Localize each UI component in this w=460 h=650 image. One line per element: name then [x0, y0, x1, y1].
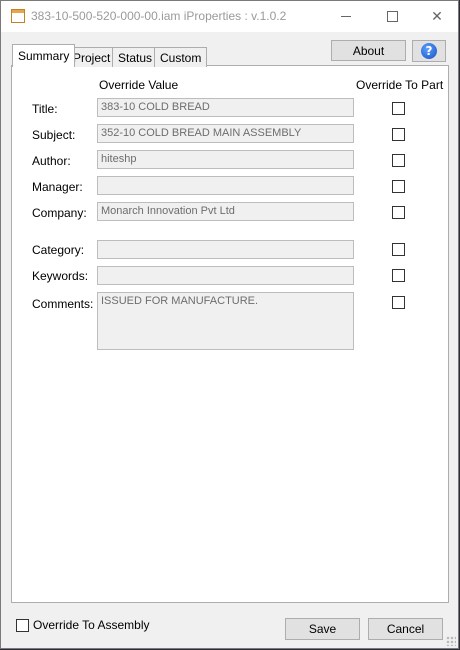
save-button[interactable]: Save	[285, 618, 360, 640]
keywords-override-checkbox[interactable]	[392, 269, 405, 282]
category-label: Category:	[32, 243, 85, 257]
help-icon: ?	[421, 43, 437, 59]
cancel-button-label: Cancel	[386, 622, 425, 636]
subject-override-checkbox[interactable]	[392, 128, 405, 141]
manager-label: Manager:	[32, 180, 83, 194]
tab-status[interactable]: Status	[112, 47, 159, 67]
title-bar[interactable]: 383-10-500-520-000-00.iam iProperties : …	[1, 1, 458, 32]
override-to-part-header: Override To Part	[356, 78, 444, 92]
subject-label: Subject:	[32, 128, 76, 142]
company-override-checkbox[interactable]	[392, 206, 405, 219]
app-window-icon	[11, 9, 25, 23]
comments-label: Comments:	[32, 297, 94, 311]
category-override-checkbox[interactable]	[392, 243, 405, 256]
about-button-label: About	[352, 43, 385, 58]
maximize-button[interactable]	[369, 1, 415, 32]
tab-summary[interactable]: Summary	[12, 44, 76, 67]
cancel-button[interactable]: Cancel	[368, 618, 443, 640]
minimize-button[interactable]	[323, 1, 369, 32]
keywords-field[interactable]	[97, 266, 354, 285]
maximize-icon	[386, 11, 398, 22]
iproperties-window: 383-10-500-520-000-00.iam iProperties : …	[0, 0, 459, 649]
minimize-icon	[341, 16, 351, 17]
save-button-label: Save	[308, 622, 337, 636]
tab-custom[interactable]: Custom	[154, 47, 208, 67]
category-field[interactable]	[97, 240, 354, 259]
keywords-label: Keywords:	[32, 269, 89, 283]
manager-field[interactable]	[97, 176, 354, 195]
close-icon: ✕	[431, 8, 443, 24]
window-title: 383-10-500-520-000-00.iam iProperties : …	[31, 9, 287, 23]
author-label: Author:	[32, 154, 71, 168]
title-field[interactable]: 383-10 COLD BREAD	[97, 98, 354, 117]
override-to-assembly-checkbox[interactable]	[16, 619, 29, 632]
title-override-checkbox[interactable]	[392, 102, 405, 115]
resize-grip[interactable]	[446, 636, 456, 646]
comments-override-checkbox[interactable]	[392, 296, 405, 309]
override-to-assembly-label[interactable]: Override To Assembly	[33, 618, 150, 632]
title-label: Title:	[32, 102, 58, 116]
company-label: Company:	[32, 206, 87, 220]
manager-override-checkbox[interactable]	[392, 180, 405, 193]
about-button[interactable]: About	[331, 40, 406, 61]
subject-field[interactable]: 352-10 COLD BREAD MAIN ASSEMBLY	[97, 124, 354, 143]
company-field[interactable]: Monarch Innovation Pvt Ltd	[97, 202, 354, 221]
author-override-checkbox[interactable]	[392, 154, 405, 167]
comments-field[interactable]: ISSUED FOR MANUFACTURE.	[97, 292, 354, 350]
close-button[interactable]: ✕	[414, 1, 460, 32]
override-value-header: Override Value	[99, 78, 179, 92]
author-field[interactable]: hiteshp	[97, 150, 354, 169]
help-button[interactable]: ?	[412, 40, 446, 62]
